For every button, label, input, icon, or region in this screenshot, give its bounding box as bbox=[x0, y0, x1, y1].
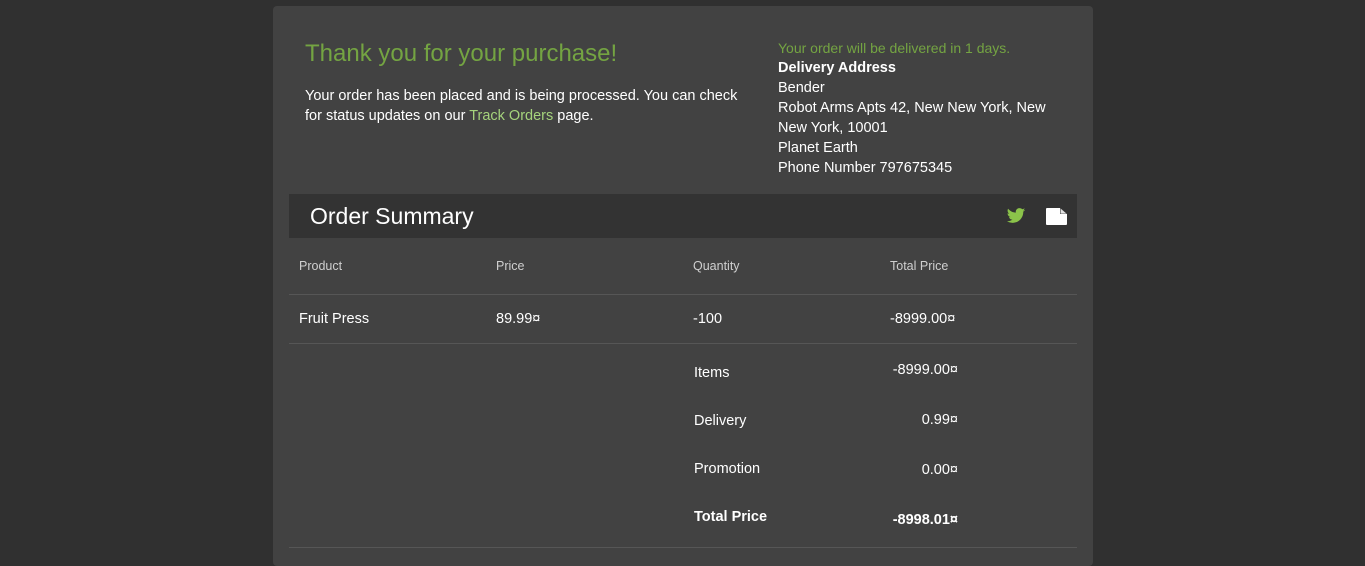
confirmation-message: Your order has been placed and is being … bbox=[305, 86, 745, 126]
order-summary-title: Order Summary bbox=[310, 203, 474, 229]
delivery-value: 0.99¤ bbox=[921, 412, 958, 428]
order-confirmation-card: Thank you for your purchase! Your order … bbox=[273, 6, 1093, 566]
confirmation-message-end: page. bbox=[553, 108, 594, 124]
cell-total: -8999.00¤ bbox=[890, 311, 956, 327]
items-value: -8999.00¤ bbox=[892, 362, 958, 378]
cell-quantity: -100 bbox=[693, 311, 723, 327]
column-header-total-price: Total Price bbox=[890, 259, 949, 273]
delivery-info: Your order will be delivered in 1 days. … bbox=[778, 38, 1048, 178]
table-row: Fruit Press 89.99¤ -100 -8999.00¤ bbox=[289, 295, 1077, 344]
delivery-planet: Planet Earth bbox=[778, 140, 858, 156]
track-orders-link[interactable]: Track Orders bbox=[469, 108, 553, 124]
column-header-price: Price bbox=[496, 259, 525, 273]
items-label: Items bbox=[694, 365, 730, 381]
total-price-label: Total Price bbox=[694, 509, 768, 525]
document-icon[interactable] bbox=[1046, 206, 1068, 226]
column-header-product: Product bbox=[299, 259, 343, 273]
column-header-quantity: Quantity bbox=[693, 259, 740, 273]
order-summary-table: Product Price Quantity Total Price Fruit… bbox=[289, 238, 1077, 548]
delivery-name: Bender bbox=[778, 80, 825, 96]
delivery-address-label: Delivery Address bbox=[778, 60, 896, 76]
delivery-phone: Phone Number 797675345 bbox=[778, 160, 953, 176]
delivery-street: Robot Arms Apts 42, New New York, New Ne… bbox=[778, 100, 1046, 136]
page-title: Thank you for your purchase! bbox=[305, 40, 618, 67]
promotion-label: Promotion bbox=[694, 461, 761, 477]
promotion-value: 0.00¤ bbox=[921, 462, 958, 478]
table-header-row: Product Price Quantity Total Price bbox=[289, 238, 1077, 295]
order-summary-header: Order Summary bbox=[289, 194, 1077, 238]
twitter-icon[interactable] bbox=[1005, 206, 1027, 226]
total-price-value: -8998.01¤ bbox=[892, 512, 958, 528]
order-totals: Items -8999.00¤ Delivery 0.99¤ Promotion… bbox=[289, 344, 1077, 548]
cell-product: Fruit Press bbox=[299, 311, 370, 327]
delivery-label: Delivery bbox=[694, 413, 747, 429]
cell-price: 89.99¤ bbox=[496, 311, 541, 327]
delivery-eta: Your order will be delivered in 1 days. bbox=[778, 40, 1011, 56]
